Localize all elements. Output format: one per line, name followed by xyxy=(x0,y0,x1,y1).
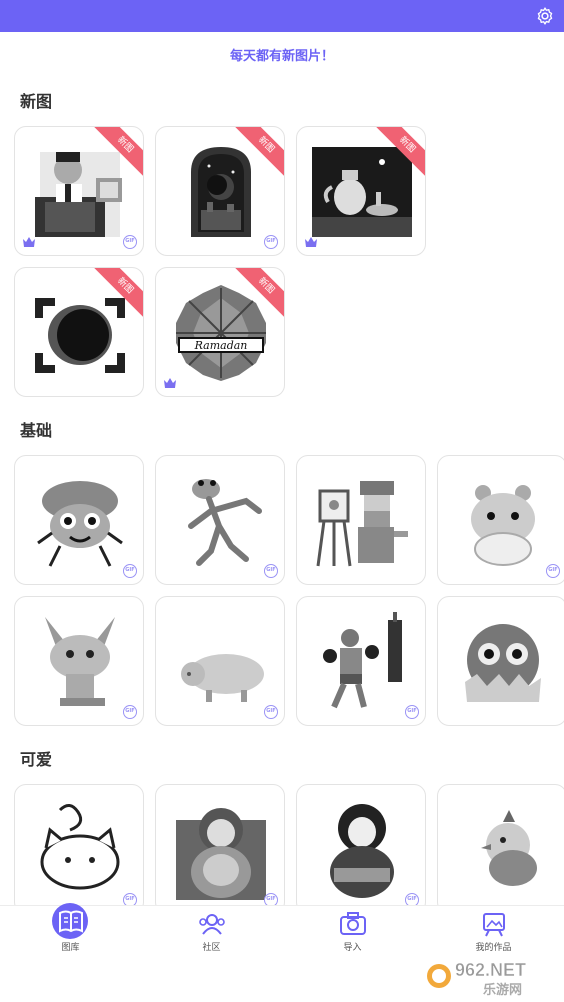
watermark-brand: 962.NET xyxy=(455,960,526,980)
section-title-new: 新图 xyxy=(20,92,53,111)
gif-badge: GIF xyxy=(264,564,278,578)
artwork-frame-icon xyxy=(483,913,505,937)
nav-community-label: 社区 xyxy=(202,943,221,953)
gif-badge: GIF xyxy=(405,705,419,719)
artwork-tile[interactable]: GIF xyxy=(14,784,144,914)
crown-icon xyxy=(164,378,176,388)
nav-community[interactable]: 社区 xyxy=(141,906,282,966)
top-bar xyxy=(0,0,564,32)
section-title-cute: 可爱 xyxy=(20,750,53,769)
artwork-pig xyxy=(181,654,264,702)
artwork-tile[interactable]: 新图 GIF xyxy=(14,126,144,256)
gif-badge: GIF xyxy=(264,705,278,719)
artwork-mushroom-creature xyxy=(37,481,123,567)
gif-badge: GIF xyxy=(123,235,137,249)
artwork-tile[interactable] xyxy=(437,596,564,726)
artwork-tile[interactable]: GIF xyxy=(155,596,285,726)
artwork-owl-in-egg xyxy=(465,624,541,702)
artwork-ramadan-mandala: Ramadan xyxy=(176,285,266,381)
gear-icon[interactable] xyxy=(535,6,555,26)
nav-import[interactable]: 导入 xyxy=(282,906,423,966)
artwork-tile[interactable]: GIF xyxy=(296,784,426,914)
people-icon xyxy=(199,914,225,935)
camera-icon xyxy=(340,912,366,935)
artwork-tile[interactable]: Ramadan 新图 xyxy=(155,267,285,397)
artwork-teapot xyxy=(312,147,412,237)
artwork-tile[interactable]: GIF xyxy=(14,455,144,585)
artwork-hamster xyxy=(471,485,535,566)
artwork-eclipse xyxy=(35,298,125,373)
gif-badge: GIF xyxy=(123,705,137,719)
artwork-cat xyxy=(40,804,120,890)
artwork-tile[interactable] xyxy=(437,784,564,914)
crown-icon xyxy=(305,237,317,247)
gif-badge: GIF xyxy=(546,564,560,578)
nav-gallery[interactable]: 图库 xyxy=(0,903,141,966)
artwork-nesting-doll-b xyxy=(330,804,394,898)
svg-text:Ramadan: Ramadan xyxy=(194,339,248,352)
artwork-night-window xyxy=(191,147,251,237)
section-title-basic: 基础 xyxy=(20,421,53,440)
artwork-tile[interactable]: 新图 GIF xyxy=(155,126,285,256)
artwork-tile[interactable] xyxy=(296,455,426,585)
site-watermark: 962.NET 乐游网 xyxy=(427,960,526,998)
watermark-sub: 乐游网 xyxy=(483,982,522,998)
artwork-tile[interactable]: 新图 xyxy=(14,267,144,397)
daily-banner: 每天都有新图片！ xyxy=(229,48,334,64)
artwork-nesting-doll-a xyxy=(176,808,266,900)
artwork-tile[interactable]: GIF xyxy=(296,596,426,726)
artwork-painter xyxy=(316,481,408,567)
artwork-boxer xyxy=(323,612,402,709)
artwork-dancing-frog xyxy=(188,479,262,566)
artwork-businessman xyxy=(35,152,122,237)
gif-badge: GIF xyxy=(123,564,137,578)
nav-my-works-label: 我的作品 xyxy=(475,943,512,953)
nav-gallery-label: 图库 xyxy=(61,943,80,953)
artwork-tile[interactable]: GIF xyxy=(155,784,285,914)
book-icon xyxy=(59,910,83,933)
artwork-fox xyxy=(45,617,115,706)
gif-badge: GIF xyxy=(264,235,278,249)
artwork-tile[interactable]: GIF xyxy=(155,455,285,585)
artwork-tile[interactable]: GIF xyxy=(437,455,564,585)
artwork-tile[interactable]: 新图 xyxy=(296,126,426,256)
nav-import-label: 导入 xyxy=(343,943,362,953)
crown-icon xyxy=(23,237,35,247)
artwork-bird xyxy=(481,810,537,886)
artwork-tile[interactable]: GIF xyxy=(14,596,144,726)
